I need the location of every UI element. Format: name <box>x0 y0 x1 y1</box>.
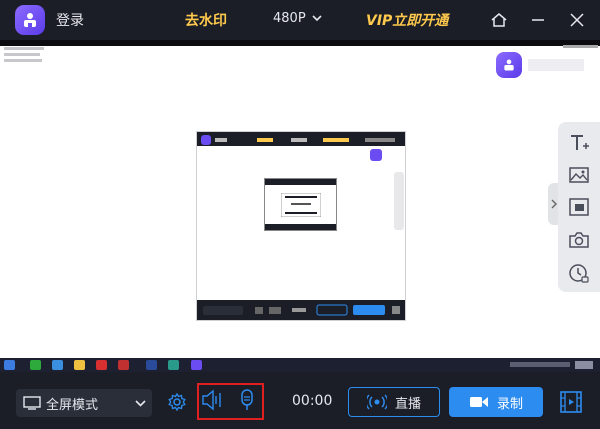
side-toolbar <box>558 122 600 292</box>
system-tray <box>510 362 570 367</box>
resolution-value: 480P <box>273 11 306 26</box>
remove-watermark-link[interactable]: 去水印 <box>185 10 227 30</box>
minimize-icon[interactable] <box>529 11 547 29</box>
vip-link[interactable]: VIP立即开通 <box>366 10 448 30</box>
timer-icon[interactable] <box>566 260 592 286</box>
speaker-icon[interactable] <box>201 389 223 411</box>
taskbar-app-icon <box>74 360 85 370</box>
chevron-down-icon <box>135 400 146 407</box>
home-icon[interactable] <box>490 11 508 29</box>
live-stream-button[interactable]: 直播 <box>348 387 440 417</box>
preview-app-logo-icon <box>496 52 522 78</box>
text-icon[interactable] <box>566 130 592 156</box>
image-icon[interactable] <box>566 162 592 188</box>
chevron-down-icon <box>312 15 322 22</box>
camera-icon[interactable] <box>566 227 592 253</box>
taskbar-app-icon <box>96 360 107 370</box>
app-logo-icon <box>15 5 45 35</box>
preview-title-strip <box>0 40 600 46</box>
close-icon[interactable] <box>568 11 586 29</box>
record-button[interactable]: 录制 <box>449 387 543 417</box>
nested-inner-thumbnail <box>264 178 337 231</box>
taskbar-app-icon <box>168 360 179 370</box>
taskbar-app-icon <box>118 360 129 370</box>
nested-bottom-bar <box>197 300 405 320</box>
nested-side-toolbar <box>394 172 404 230</box>
tray-clock <box>575 361 593 369</box>
start-icon <box>4 360 15 370</box>
screen-recorder-app: 登录 去水印 480P VIP立即开通 全屏模式 00:00 直播 录制 <box>0 0 600 429</box>
taskbar-app-icon <box>30 360 41 370</box>
nested-logo-icon <box>370 149 382 161</box>
preview-ghost-text <box>528 59 584 71</box>
video-camera-icon <box>469 397 488 407</box>
settings-icon[interactable] <box>166 391 188 413</box>
preview-menu-lines <box>4 47 234 67</box>
preview-taskbar <box>0 358 600 372</box>
monitor-icon <box>23 396 41 410</box>
nested-top-bar <box>197 132 405 146</box>
taskbar-app-icon <box>191 360 202 370</box>
login-link[interactable]: 登录 <box>56 10 84 30</box>
top-bar: 登录 去水印 480P VIP立即开通 <box>0 0 600 40</box>
record-label: 录制 <box>496 396 523 412</box>
capture-preview <box>0 40 600 372</box>
live-stream-label: 直播 <box>394 396 421 412</box>
broadcast-icon <box>366 394 387 410</box>
resolution-select[interactable]: 480P <box>273 11 322 26</box>
preview-window-controls <box>563 45 598 48</box>
recording-timer: 00:00 <box>292 393 333 409</box>
capture-mode-label: 全屏模式 <box>46 397 99 413</box>
picture-in-picture-icon[interactable] <box>566 194 592 220</box>
taskbar-app-icon <box>146 360 157 370</box>
video-list-icon[interactable] <box>559 390 583 414</box>
taskbar-app-icon <box>52 360 63 370</box>
capture-mode-select[interactable]: 全屏模式 <box>16 389 152 417</box>
bottom-bar: 全屏模式 00:00 直播 录制 <box>0 372 600 429</box>
microphone-icon[interactable] <box>236 389 258 411</box>
nested-preview-thumbnail <box>196 131 406 321</box>
